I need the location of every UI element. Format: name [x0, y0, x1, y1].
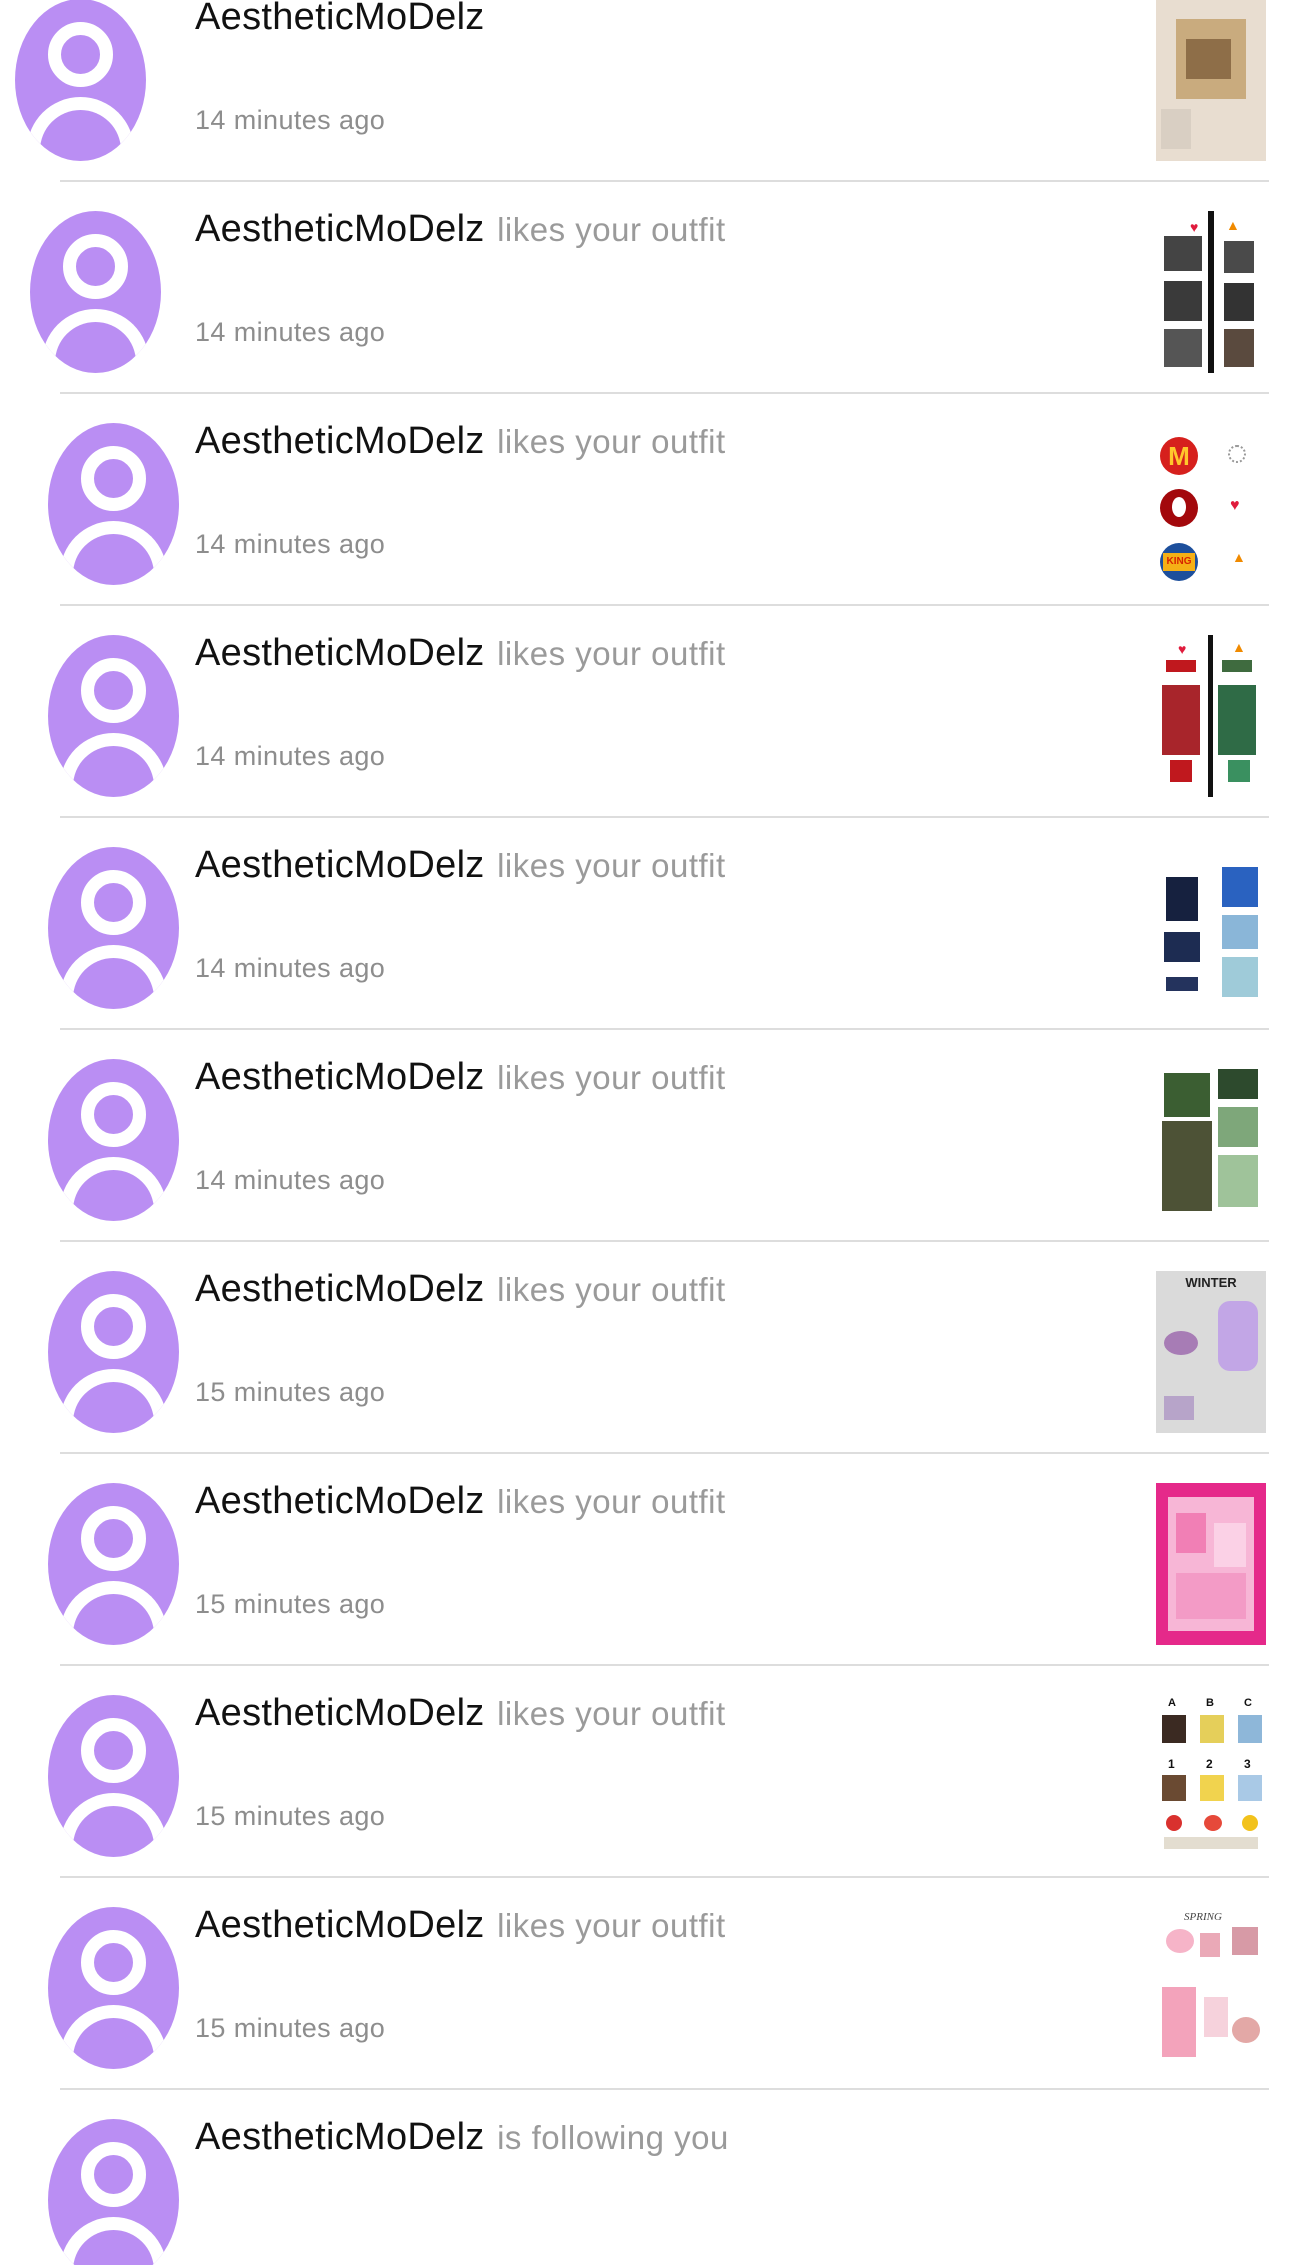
- timestamp: 15 minutes ago: [195, 2013, 386, 2043]
- avatar[interactable]: [48, 847, 179, 1009]
- avatar[interactable]: [48, 1059, 179, 1221]
- action-text: likes your outfit: [497, 423, 726, 460]
- heart-icon: ♥: [1178, 641, 1187, 657]
- avatar[interactable]: [48, 635, 179, 797]
- outfit-thumbnail[interactable]: WINTER: [1156, 1271, 1266, 1433]
- fire-icon: ▲: [1226, 217, 1240, 233]
- burger-king-logo: KING: [1160, 543, 1198, 581]
- username[interactable]: AestheticMoDelz: [195, 1480, 485, 1522]
- avatar[interactable]: [48, 1483, 179, 1645]
- timestamp: 15 minutes ago: [195, 1801, 386, 1831]
- action-text: likes your outfit: [497, 1695, 726, 1732]
- mcdonalds-logo: M: [1160, 437, 1198, 475]
- avatar[interactable]: [30, 211, 161, 373]
- username[interactable]: AestheticMoDelz: [195, 208, 485, 250]
- action-text: likes your outfit: [497, 847, 726, 884]
- notification-row[interactable]: AestheticMoDelz likes your outfit 15 min…: [0, 1878, 1309, 2090]
- notification-row[interactable]: AestheticMoDelz 14 minutes ago: [0, 0, 1309, 182]
- notification-text: AestheticMoDelz likes your outfit: [195, 844, 726, 887]
- outfit-thumbnail[interactable]: [1156, 847, 1266, 1009]
- notification-row[interactable]: AestheticMoDelz is following you: [0, 2090, 1309, 2265]
- avatar[interactable]: [48, 1695, 179, 1857]
- timestamp: 14 minutes ago: [195, 529, 386, 559]
- notification-text: AestheticMoDelz likes your outfit: [195, 1904, 726, 1947]
- timestamp: 15 minutes ago: [195, 1589, 386, 1619]
- outfit-thumbnail[interactable]: [1156, 1483, 1266, 1645]
- timestamp: 14 minutes ago: [195, 317, 386, 347]
- notification-text: AestheticMoDelz likes your outfit: [195, 632, 726, 675]
- outfit-thumbnail[interactable]: SPRING: [1156, 1907, 1266, 2069]
- notification-row[interactable]: AestheticMoDelz likes your outfit 14 min…: [0, 182, 1309, 394]
- notification-row[interactable]: AestheticMoDelz likes your outfit 14 min…: [0, 818, 1309, 1030]
- outfit-thumbnail[interactable]: ♥ ▲: [1156, 211, 1266, 373]
- action-text: likes your outfit: [497, 1483, 726, 1520]
- notification-row[interactable]: AestheticMoDelz likes your outfit 14 min…: [0, 394, 1309, 606]
- timestamp: 14 minutes ago: [195, 105, 386, 135]
- username[interactable]: AestheticMoDelz: [195, 1904, 485, 1946]
- username[interactable]: AestheticMoDelz: [195, 632, 485, 674]
- timestamp: 15 minutes ago: [195, 1377, 386, 1407]
- circle-icon: [1228, 445, 1246, 463]
- outfit-thumbnail[interactable]: A B C 1 2 3: [1156, 1695, 1266, 1857]
- notification-text: AestheticMoDelz likes your outfit: [195, 1056, 726, 1099]
- thumb-caption: WINTER: [1185, 1275, 1237, 1290]
- notification-row[interactable]: AestheticMoDelz likes your outfit 15 min…: [0, 1242, 1309, 1454]
- username[interactable]: AestheticMoDelz: [195, 844, 485, 886]
- action-text: likes your outfit: [497, 1907, 726, 1944]
- username[interactable]: AestheticMoDelz: [195, 420, 485, 462]
- outfit-thumbnail[interactable]: M KING ♥ ▲: [1156, 423, 1266, 585]
- timestamp: 14 minutes ago: [195, 953, 386, 983]
- timestamp: 14 minutes ago: [195, 741, 386, 771]
- notification-row[interactable]: AestheticMoDelz likes your outfit 15 min…: [0, 1454, 1309, 1666]
- username[interactable]: AestheticMoDelz: [195, 2116, 485, 2158]
- notification-text: AestheticMoDelz is following you: [195, 2116, 729, 2159]
- avatar[interactable]: [15, 0, 146, 161]
- heart-icon: ♥: [1230, 497, 1240, 514]
- notification-row[interactable]: AestheticMoDelz likes your outfit 15 min…: [0, 1666, 1309, 1878]
- username[interactable]: AestheticMoDelz: [195, 1056, 485, 1098]
- username[interactable]: AestheticMoDelz: [195, 1692, 485, 1734]
- notification-text: AestheticMoDelz: [195, 0, 493, 39]
- outfit-thumbnail[interactable]: [1156, 0, 1266, 161]
- heart-icon: ♥: [1190, 219, 1199, 235]
- action-text: likes your outfit: [497, 635, 726, 672]
- notification-text: AestheticMoDelz likes your outfit: [195, 1692, 726, 1735]
- notification-text: AestheticMoDelz likes your outfit: [195, 208, 726, 251]
- avatar[interactable]: [48, 1271, 179, 1433]
- action-text: likes your outfit: [497, 211, 726, 248]
- notification-text: AestheticMoDelz likes your outfit: [195, 1268, 726, 1311]
- notification-text: AestheticMoDelz likes your outfit: [195, 420, 726, 463]
- action-text: likes your outfit: [497, 1271, 726, 1308]
- timestamp: 14 minutes ago: [195, 1165, 386, 1195]
- notification-row[interactable]: AestheticMoDelz likes your outfit 14 min…: [0, 1030, 1309, 1242]
- avatar[interactable]: [48, 2119, 179, 2265]
- thumb-caption: SPRING: [1184, 1911, 1222, 1923]
- action-text: likes your outfit: [497, 1059, 726, 1096]
- kfc-logo: [1160, 489, 1198, 527]
- fire-icon: ▲: [1232, 639, 1246, 655]
- avatar[interactable]: [48, 423, 179, 585]
- notification-text: AestheticMoDelz likes your outfit: [195, 1480, 726, 1523]
- outfit-thumbnail[interactable]: ♥ ▲: [1156, 635, 1266, 797]
- outfit-thumbnail[interactable]: [1156, 1059, 1266, 1221]
- username[interactable]: AestheticMoDelz: [195, 1268, 485, 1310]
- fire-icon: ▲: [1232, 549, 1246, 565]
- notification-feed: AestheticMoDelz 14 minutes ago Aesthetic…: [0, 0, 1309, 2265]
- username[interactable]: AestheticMoDelz: [195, 0, 485, 38]
- notification-row[interactable]: AestheticMoDelz likes your outfit 14 min…: [0, 606, 1309, 818]
- action-text: is following you: [497, 2119, 729, 2156]
- avatar[interactable]: [48, 1907, 179, 2069]
